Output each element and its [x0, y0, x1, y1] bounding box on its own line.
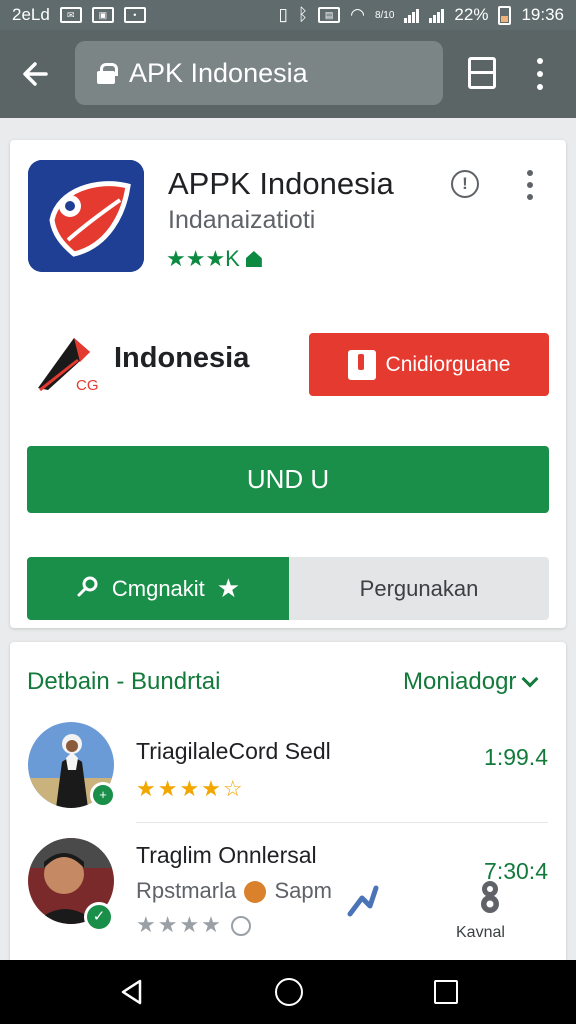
toggle-left-button[interactable]: Cmgnakit ★	[27, 557, 289, 620]
segment-toggle: Cmgnakit ★ Pergunakan	[27, 557, 549, 620]
star-icon: ★	[216, 573, 241, 603]
list-item[interactable]: + TriagilaleCord Sedl ★★★★☆ 1:99.4	[10, 722, 566, 832]
wifi-icon: ◠	[350, 5, 365, 24]
section-more-label: Moniadogr	[403, 668, 517, 695]
app-card: APPK Indonesia Indanaizatioti ★★★K ! CG …	[10, 140, 566, 628]
status-right: ▯ ᛒ ▤ ◠ 8/10 22% 19:36	[279, 5, 564, 25]
share-icon[interactable]	[342, 882, 382, 922]
tabs-icon[interactable]	[468, 57, 496, 89]
list-item-subtitle-tail: Sapm	[274, 878, 332, 903]
url-bar[interactable]: APK Indonesia	[75, 41, 443, 105]
chevron-down-icon	[521, 670, 539, 688]
nav-recents-icon[interactable]	[434, 980, 458, 1004]
list-item-value: 1:99.4	[484, 744, 548, 770]
battery-icon	[498, 5, 512, 25]
system-nav-bar	[0, 960, 576, 1024]
install-button[interactable]: UND U	[27, 446, 549, 513]
brand-logo-letters: CG	[76, 377, 99, 394]
signal-text: 8/10	[374, 9, 395, 21]
url-text: APK Indonesia	[129, 57, 308, 88]
details-card: Detbain - Bundrtai Moniadogr + Triagilal…	[10, 642, 566, 972]
search-icon	[76, 574, 100, 604]
overflow-menu-icon[interactable]	[528, 54, 552, 94]
app-subtitle: Indanaizatioti	[168, 206, 316, 234]
divider	[136, 822, 548, 823]
red-action-button[interactable]: Cnidiorguane	[309, 333, 549, 396]
message-notification-icon: •	[123, 7, 146, 23]
list-item-subtitle-text: Rpstmarla	[136, 878, 237, 903]
sim-icon: ▤	[318, 7, 341, 23]
notification-icon: ✉	[59, 7, 82, 23]
nav-home-icon[interactable]	[275, 978, 303, 1006]
status-left-text: 2eLd	[12, 5, 50, 24]
more-vert-icon[interactable]	[520, 170, 540, 200]
list-item-stars-text: ★★★★	[136, 912, 223, 937]
section-title: Detbain - Bundrtai	[27, 668, 221, 695]
vibrate-icon: ▯	[278, 5, 288, 24]
refresh-icon	[231, 916, 252, 937]
status-left: 2eLd ✉ ▣ •	[12, 5, 146, 25]
red-action-label: Cnidiorguane	[385, 352, 511, 376]
rating-stars: ★★★K	[166, 246, 240, 271]
battery-percent: 22%	[454, 5, 489, 24]
back-arrow-icon[interactable]	[16, 54, 56, 94]
list-item-stars: ★★★★☆	[136, 776, 245, 801]
app-rating: ★★★K	[166, 246, 262, 272]
verified-badge-icon: ✓	[84, 902, 114, 932]
image-notification-icon: ▣	[91, 7, 114, 23]
online-badge-icon: +	[90, 782, 116, 808]
browser-toolbar: APK Indonesia	[0, 30, 576, 118]
house-icon	[245, 251, 262, 267]
status-time: 19:36	[521, 5, 564, 24]
bluetooth-icon: ᛒ	[297, 5, 309, 24]
list-item-title: TriagilaleCord Sedl	[136, 738, 331, 764]
mini-avatar-icon	[244, 881, 267, 904]
brand-logo: CG	[34, 332, 104, 396]
signal-bars-icon	[404, 7, 420, 23]
status-bar: 2eLd ✉ ▣ • ▯ ᛒ ▤ ◠ 8/10 22% 19:36	[0, 0, 576, 30]
overlay-badge-icon[interactable]	[472, 878, 508, 914]
app-title: APPK Indonesia	[168, 166, 394, 201]
list-item-subtitle: Rpstmarla Sapm	[136, 878, 332, 904]
overlay-label: Kavnal	[456, 924, 505, 941]
nav-back-icon[interactable]	[118, 978, 146, 1006]
toggle-left-label: Cmgnakit	[111, 575, 205, 601]
toggle-right-button[interactable]: Pergunakan	[289, 557, 549, 620]
section-more-button[interactable]: Moniadogr	[403, 668, 539, 696]
list-item-title: Traglim Onnlersal	[136, 842, 317, 868]
tag-icon	[347, 349, 376, 380]
signal-bars-2-icon	[429, 7, 445, 23]
info-icon[interactable]: !	[451, 170, 479, 198]
brand-name: Indonesia	[114, 342, 250, 374]
list-item-stars: ★★★★	[136, 912, 252, 938]
app-icon[interactable]	[28, 160, 144, 272]
lock-icon	[97, 63, 118, 84]
